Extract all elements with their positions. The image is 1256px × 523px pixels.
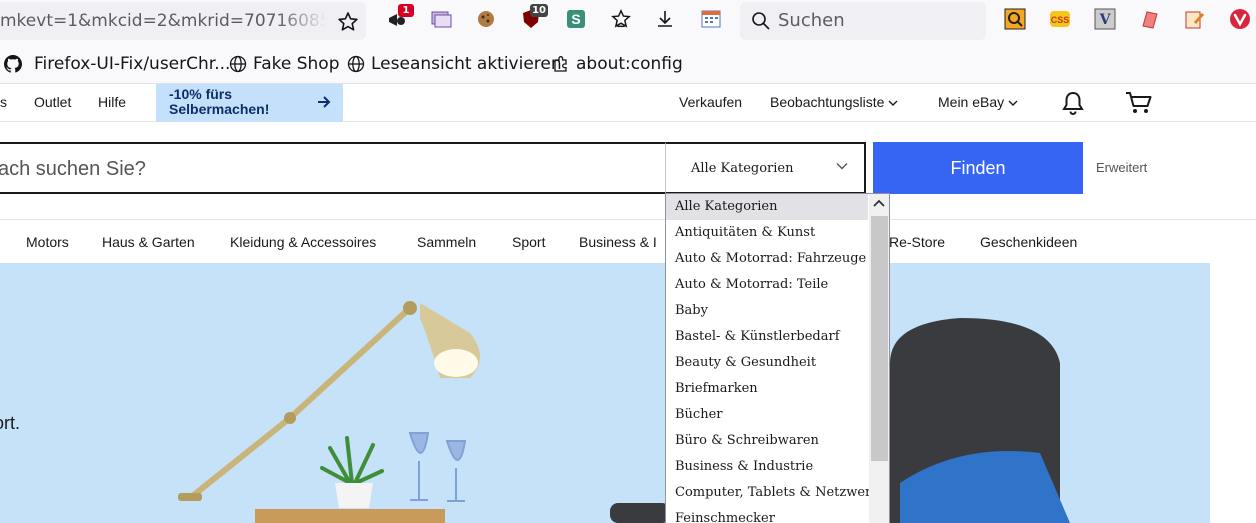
header-link-partial[interactable]: s [0, 94, 7, 110]
nav-sammeln[interactable]: Sammeln [417, 234, 476, 250]
css-icon[interactable]: CSS [1049, 8, 1071, 30]
dropdown-option[interactable]: Büro & Schreibwaren [666, 428, 868, 454]
header-link-verkaufen[interactable]: Verkaufen [679, 94, 742, 110]
nav-business[interactable]: Business & I [579, 234, 657, 250]
category-dropdown-list[interactable]: Alle Kategorien Antiquitäten & Kunst Auto … [665, 193, 890, 523]
v-extension-icon[interactable]: V [1094, 8, 1116, 30]
github-icon [4, 55, 22, 73]
dropdown-option[interactable]: Auto & Motorrad: Teile [666, 272, 868, 298]
header-link-hilfe[interactable]: Hilfe [98, 94, 126, 110]
notification-extension-icon[interactable]: 1 [386, 4, 414, 30]
dropdown-option[interactable]: Auto & Motorrad: Fahrzeuge [666, 246, 868, 272]
ebay-search-input[interactable]: ach suchen Sie? [0, 142, 666, 194]
bookmark-label: about:config [576, 54, 683, 74]
search-placeholder: ach suchen Sie? [0, 158, 146, 180]
vivaldi-icon[interactable] [1229, 8, 1251, 30]
advanced-search-link[interactable]: Erweitert [1096, 160, 1147, 175]
header-link-watchlist[interactable]: Beobachtungsliste [770, 94, 898, 110]
edit-page-icon[interactable] [1184, 8, 1206, 30]
category-nav: Motors Haus & Garten Kleidung & Accessoi… [0, 219, 1256, 263]
stylus-icon[interactable]: S [565, 8, 587, 30]
cart-icon[interactable] [1125, 90, 1153, 116]
search-extension-icon[interactable] [1004, 8, 1026, 30]
plant-image [320, 436, 384, 508]
dropdown-option[interactable]: Antiquitäten & Kunst [666, 220, 868, 246]
dropdown-option[interactable]: Bücher [666, 402, 868, 428]
dropdown-option[interactable]: Alle Kategorien [666, 194, 868, 220]
dropdown-scrollbar[interactable] [869, 194, 889, 523]
bookmark-about-config[interactable]: about:config [552, 54, 683, 74]
nav-sport[interactable]: Sport [512, 234, 545, 250]
browser-search-placeholder: Suchen [778, 10, 845, 31]
ebay-top-header: s Outlet Hilfe -10% fürs Selbermachen! V… [0, 84, 1256, 122]
dropdown-scroll-thumb[interactable] [871, 216, 888, 461]
finden-button[interactable]: Finden [873, 142, 1083, 194]
puzzle-icon [554, 56, 567, 72]
url-text[interactable]: mkevt=1&mkcid=2&mkrid=707160855-53479-19… [0, 11, 326, 31]
url-bar[interactable]: mkevt=1&mkcid=2&mkrid=707160855-53479-19… [0, 2, 366, 40]
nav-re-store[interactable]: Re-Store [889, 234, 945, 250]
chevron-up-icon[interactable] [872, 198, 886, 208]
downloads-icon[interactable] [654, 8, 676, 30]
cookie-icon[interactable] [475, 8, 497, 30]
bookmark-label: Leseansicht aktivieren [371, 54, 562, 74]
nav-motors[interactable]: Motors [26, 234, 69, 250]
svg-text:CSS: CSS [1051, 15, 1070, 25]
tab-manager-icon[interactable] [430, 8, 452, 30]
extensions-icon[interactable] [610, 8, 632, 30]
dropdown-option[interactable]: Beauty & Gesundheit [666, 350, 868, 376]
svg-text:V: V [1099, 12, 1112, 28]
bookmark-firefox-ui-fix[interactable]: Firefox-UI-Fix/userChr... [4, 54, 230, 74]
nav-haus-garten[interactable]: Haus & Garten [102, 234, 195, 250]
chevron-down-icon [888, 100, 898, 106]
nav-kleidung[interactable]: Kleidung & Accessoires [230, 234, 376, 250]
ublock-origin-icon[interactable]: 10 [520, 4, 548, 30]
nav-geschenkideen[interactable]: Geschenkideen [980, 234, 1077, 250]
dropdown-options: Alle Kategorien Antiquitäten & Kunst Auto … [666, 194, 889, 523]
browser-search-bar[interactable]: Suchen [740, 2, 986, 40]
dropdown-option[interactable]: Feinschmecker [666, 506, 868, 523]
wine-glasses-image [408, 432, 467, 502]
eraser-icon[interactable] [1139, 8, 1161, 30]
notification-badge: 1 [398, 4, 414, 17]
hero-illustration [178, 301, 1070, 523]
search-icon [752, 12, 770, 30]
bookmark-fake-shop[interactable]: Fake Shop [229, 54, 340, 74]
dropdown-option[interactable]: Briefmarken [666, 376, 868, 402]
promo-banner[interactable]: -10% fürs Selbermachen! [156, 84, 343, 122]
calendar-icon[interactable] [700, 8, 722, 30]
bookmark-label: Firefox-UI-Fix/userChr... [34, 54, 231, 74]
dropdown-option[interactable]: Computer, Tablets & Netzwerk [666, 480, 879, 506]
arrow-right-icon [318, 96, 331, 108]
bookmarks-bar: Firefox-UI-Fix/userChr... Fake Shop Lese… [0, 44, 1256, 84]
chevron-down-icon [836, 163, 848, 170]
bookmark-star-icon[interactable] [336, 10, 360, 34]
svg-text:S: S [571, 11, 580, 27]
category-select[interactable]: Alle Kategorien [665, 142, 866, 194]
bell-icon[interactable] [1061, 90, 1085, 116]
dropdown-option[interactable]: Bastel- & Künstlerbedarf [666, 324, 868, 350]
category-selected-value: Alle Kategorien [691, 161, 794, 176]
dropdown-option[interactable]: Baby [666, 298, 868, 324]
header-link-outlet[interactable]: Outlet [34, 94, 71, 110]
hero-banner[interactable]: ort. [0, 263, 1210, 523]
bookmark-reader-view[interactable]: Leseansicht aktivieren [347, 54, 562, 74]
ublock-badge: 10 [530, 4, 548, 17]
header-link-mein-ebay[interactable]: Mein eBay [938, 94, 1018, 110]
dropdown-option[interactable]: Business & Industrie [666, 454, 868, 480]
bookmark-label: Fake Shop [253, 54, 340, 74]
browser-toolbar: mkevt=1&mkcid=2&mkrid=707160855-53479-19… [0, 0, 1256, 44]
globe-icon [347, 55, 365, 73]
promo-text: -10% fürs Selbermachen! [169, 86, 270, 117]
globe-icon [229, 55, 247, 73]
chevron-down-icon [1008, 100, 1018, 106]
